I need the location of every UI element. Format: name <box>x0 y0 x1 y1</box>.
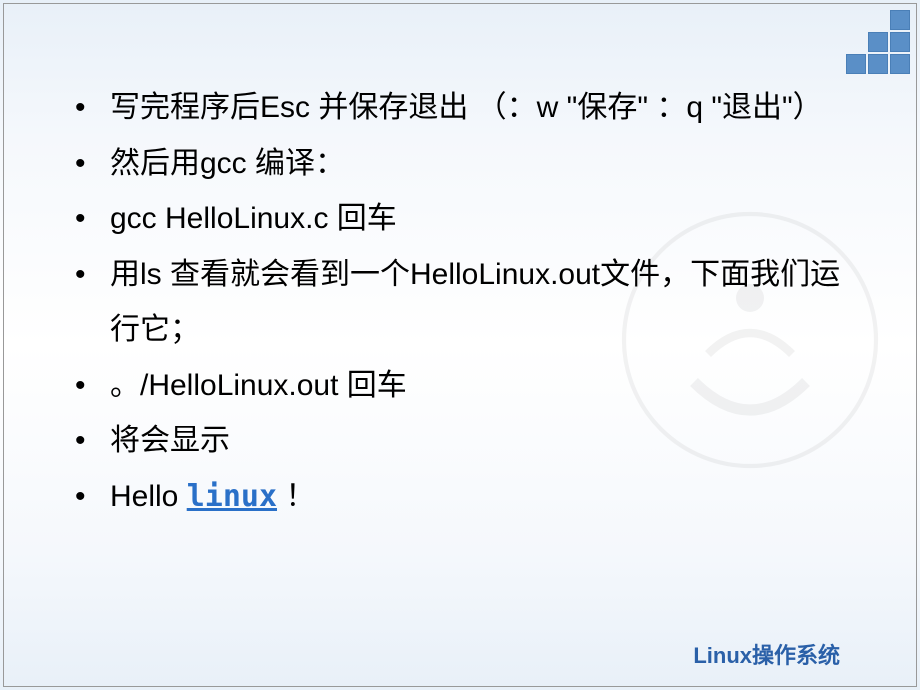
text-prefix: Hello <box>110 480 187 513</box>
list-item: 将会显示 <box>70 413 850 469</box>
list-item: Hello linux ！ <box>70 469 850 525</box>
footer-label: Linux操作系统 <box>693 638 840 670</box>
list-item: 然后用gcc 编译： <box>70 136 850 192</box>
list-item: 。/HelloLinux.out 回车 <box>70 358 850 414</box>
list-item: 用ls 查看就会看到一个HelloLinux.out文件，下面我们运行它； <box>70 247 850 358</box>
list-item: gcc HelloLinux.c 回车 <box>70 191 850 247</box>
list-item: 写完程序后Esc 并保存退出 （：w "保存" ：q "退出"） <box>70 80 850 136</box>
corner-decoration <box>846 10 910 74</box>
text-suffix: ！ <box>277 480 315 513</box>
linux-link[interactable]: linux <box>187 479 277 514</box>
slide-content: 写完程序后Esc 并保存退出 （：w "保存" ：q "退出"） 然后用gcc … <box>0 0 920 564</box>
bullet-list: 写完程序后Esc 并保存退出 （：w "保存" ：q "退出"） 然后用gcc … <box>70 80 850 524</box>
